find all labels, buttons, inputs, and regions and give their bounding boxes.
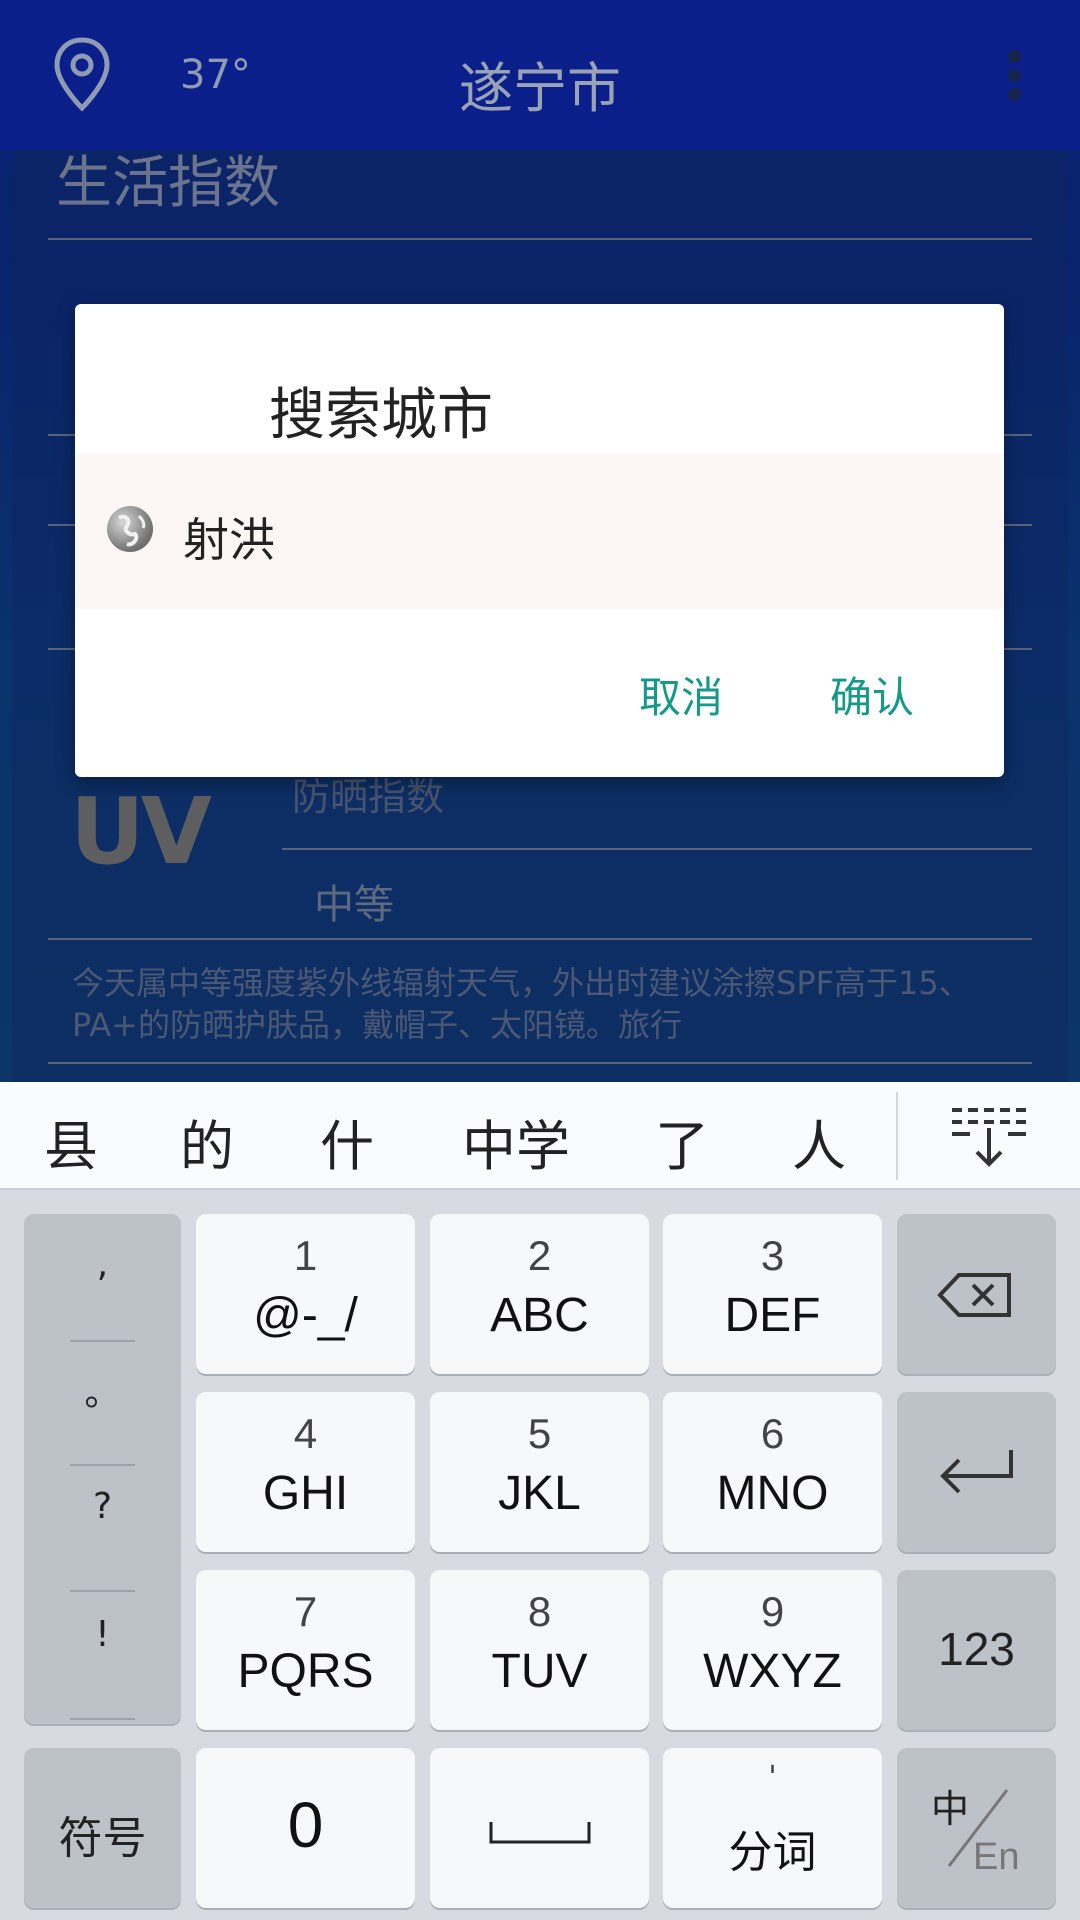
key-5[interactable]: 5 JKL (430, 1392, 649, 1552)
candidate-separator (896, 1092, 898, 1180)
candidate-word[interactable]: 了 (655, 1102, 709, 1181)
key-number: 5 (527, 1410, 552, 1457)
key-6[interactable]: 6 MNO (663, 1392, 882, 1552)
punct-key[interactable]: 。 (24, 1364, 181, 1416)
key-1[interactable]: 1 @-_/ (196, 1214, 415, 1374)
lang-en-label: En (973, 1836, 1020, 1878)
key-letters: ABC (490, 1289, 589, 1342)
key-letters: PQRS (237, 1645, 374, 1698)
key-letters: WXYZ (703, 1645, 842, 1698)
key-9[interactable]: 9 WXYZ (663, 1570, 882, 1730)
numeric-label: 123 (938, 1623, 1015, 1675)
key-2[interactable]: 2 ABC (430, 1214, 649, 1374)
key-number: 4 (293, 1410, 318, 1457)
punctuation-column: , 。 ? ! (24, 1214, 181, 1724)
city-title: 遂宁市 (459, 57, 621, 120)
candidate-word[interactable]: 人 (792, 1102, 846, 1181)
key-number: 1 (293, 1232, 318, 1279)
key-7[interactable]: 7 PQRS (196, 1570, 415, 1730)
space-key[interactable] (430, 1748, 649, 1908)
key-letters: GHI (262, 1467, 349, 1520)
key-3[interactable]: 3 DEF (663, 1214, 882, 1374)
key-4[interactable]: 4 GHI (196, 1392, 415, 1552)
symbols-label: 符号 (58, 1813, 147, 1864)
key-letters: MNO (716, 1467, 829, 1520)
candidate-word[interactable]: 什 (320, 1102, 374, 1181)
language-switch-key[interactable]: 中 En (897, 1748, 1056, 1908)
city-search-input[interactable]: 射洪 (75, 454, 1004, 609)
key-number: 6 (760, 1410, 785, 1457)
backspace-key[interactable] (897, 1214, 1056, 1374)
key-0[interactable]: 0 (196, 1748, 415, 1908)
space-bar-icon (489, 1822, 591, 1844)
key-letters: DEF (724, 1289, 821, 1342)
input-value: 射洪 (183, 513, 275, 567)
enter-key[interactable] (897, 1392, 1056, 1552)
top-bar: 37° 遂宁市 (0, 0, 1080, 150)
candidate-bar: 县 的 什 中学 了 人 (0, 1082, 1080, 1190)
key-8[interactable]: 8 TUV (430, 1570, 649, 1730)
punct-divider (70, 1464, 135, 1466)
candidate-word[interactable]: 中学 (462, 1102, 570, 1181)
key-number: 2 (527, 1232, 552, 1279)
split-mark: ' (768, 1760, 777, 1795)
punct-divider (70, 1590, 135, 1592)
key-letters: JKL (498, 1467, 581, 1520)
key-number: 8 (527, 1588, 552, 1635)
punct-key[interactable]: ! (24, 1614, 181, 1655)
zero-label: 0 (287, 1789, 324, 1861)
search-city-dialog: 搜索城市 射洪 取消 确认 (75, 304, 1004, 777)
globe-icon (107, 506, 153, 552)
backspace-icon (937, 1273, 1011, 1317)
candidate-word[interactable]: 的 (180, 1102, 234, 1181)
enter-icon (940, 1450, 1013, 1494)
symbols-key[interactable]: 符号 (24, 1748, 181, 1908)
split-label: 分词 (728, 1827, 817, 1878)
dialog-title: 搜索城市 (269, 383, 493, 448)
more-vert-icon[interactable] (1000, 50, 1028, 102)
key-number: 3 (760, 1232, 785, 1279)
cancel-button[interactable]: 取消 (639, 664, 723, 725)
key-letters: TUV (491, 1645, 588, 1698)
punct-key[interactable]: ? (24, 1486, 181, 1527)
punct-divider (70, 1340, 135, 1342)
key-letters: @-_/ (253, 1289, 358, 1342)
key-number: 7 (293, 1588, 318, 1635)
split-word-key[interactable]: ' 分词 (663, 1748, 882, 1908)
punct-key[interactable]: , (24, 1244, 181, 1285)
confirm-button[interactable]: 确认 (830, 664, 914, 725)
keyboard-collapse-icon[interactable] (950, 1104, 1030, 1170)
numeric-key[interactable]: 123 (897, 1570, 1056, 1730)
key-number: 9 (760, 1588, 785, 1635)
soft-keyboard: 县 的 什 中学 了 人 , 。 ? ! 1 @-_/ 2 ABC 3 DEF … (0, 1082, 1080, 1920)
punct-divider (70, 1718, 135, 1720)
candidate-word[interactable]: 县 (44, 1102, 98, 1181)
